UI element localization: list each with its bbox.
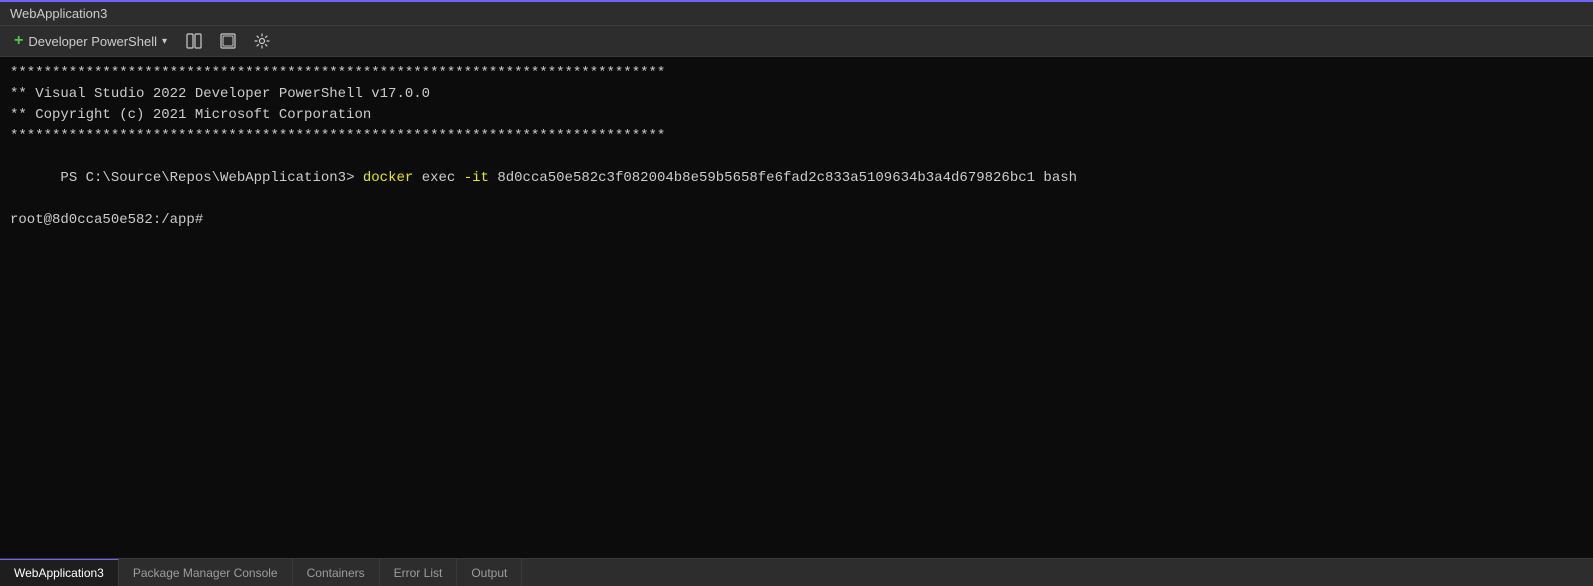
- cmd-rest: exec: [413, 170, 463, 186]
- root-line: root@8d0cca50e582:/app#: [10, 210, 1583, 231]
- stars-line-2: ****************************************…: [10, 126, 1583, 147]
- cmd-hash: 8d0cca50e582c3f082004b8e59b5658fe6fad2c8…: [489, 170, 1077, 186]
- vs-line-2: ** Copyright (c) 2021 Microsoft Corporat…: [10, 105, 1583, 126]
- terminal-content[interactable]: ****************************************…: [0, 57, 1593, 558]
- dropdown-arrow-icon: ▾: [162, 36, 167, 47]
- tab-package-manager-console[interactable]: Package Manager Console: [119, 559, 293, 586]
- split-terminal-button[interactable]: [181, 30, 207, 52]
- settings-icon: [254, 33, 270, 49]
- new-terminal-group: + Developer PowerShell ▾: [8, 30, 173, 52]
- title-bar: WebApplication3: [0, 2, 1593, 26]
- toolbar: + Developer PowerShell ▾: [0, 26, 1593, 57]
- settings-button[interactable]: [249, 30, 275, 52]
- window-title: WebApplication3: [10, 6, 107, 21]
- prompt-ps: PS C:\Source\Repos\WebApplication3>: [60, 170, 362, 186]
- tab-container: WebApplication3 Package Manager Console …: [0, 559, 522, 586]
- command-line: PS C:\Source\Repos\WebApplication3> dock…: [10, 147, 1583, 210]
- tab-webapplication3[interactable]: WebApplication3: [0, 559, 119, 586]
- new-tab-icon: [220, 33, 236, 49]
- tab-output[interactable]: Output: [457, 559, 522, 586]
- tab-containers[interactable]: Containers: [293, 559, 380, 586]
- split-terminal-icon: [186, 33, 202, 49]
- vs-line-1: ** Visual Studio 2022 Developer PowerShe…: [10, 84, 1583, 105]
- new-tab-button[interactable]: [215, 30, 241, 52]
- status-bar: WebApplication3 Package Manager Console …: [0, 558, 1593, 586]
- cmd-flag: -it: [464, 170, 489, 186]
- terminal-window: WebApplication3 + Developer PowerShell ▾: [0, 0, 1593, 586]
- new-terminal-label: Developer PowerShell: [28, 34, 157, 49]
- prompt-cmd: docker: [363, 170, 413, 186]
- tab-error-list[interactable]: Error List: [380, 559, 458, 586]
- new-terminal-button[interactable]: + Developer PowerShell ▾: [8, 30, 173, 52]
- plus-icon: +: [14, 32, 23, 50]
- stars-line-1: ****************************************…: [10, 63, 1583, 84]
